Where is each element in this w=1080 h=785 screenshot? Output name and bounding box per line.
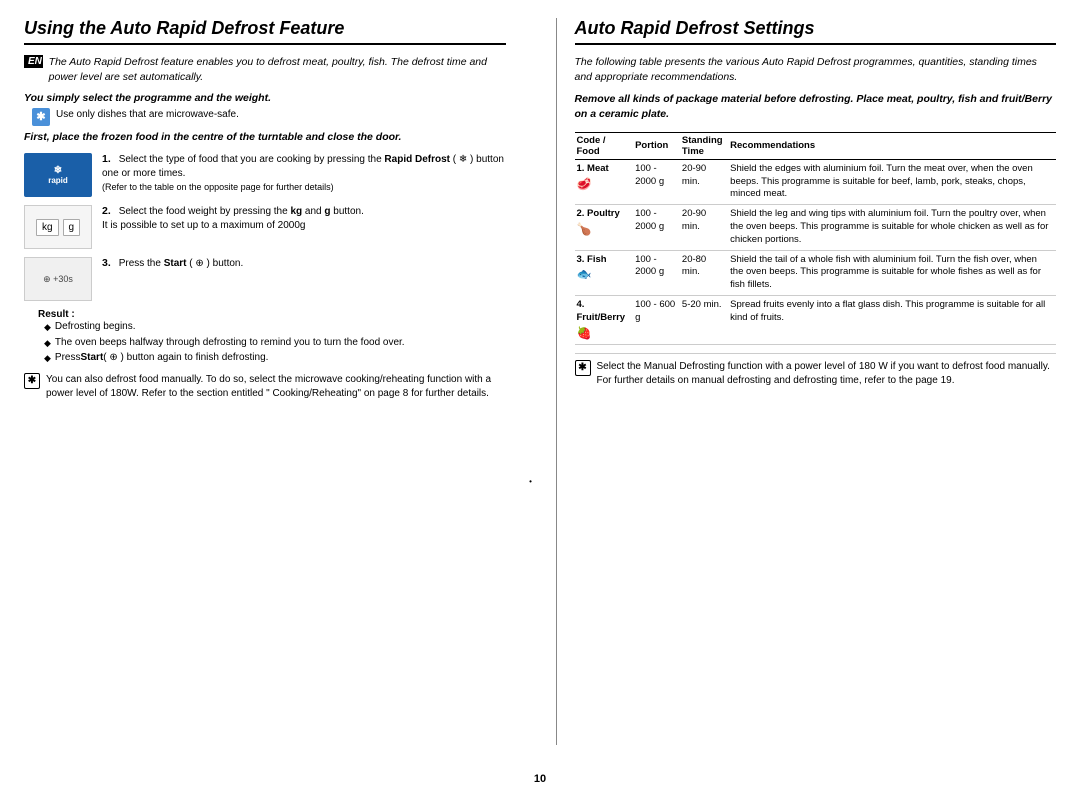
rapid-defrost-image: ❄ rapid <box>24 153 92 197</box>
portion-meat: 100 - 2000 g <box>633 159 680 204</box>
result-label: Result : <box>38 309 506 320</box>
step-1-content: 1. Select the type of food that you are … <box>102 153 506 195</box>
standing-poultry: 20-90 min. <box>680 205 728 250</box>
portion-poultry: 100 - 2000 g <box>633 205 680 250</box>
step-2-text: Select the food weight by pressing the k… <box>102 206 364 231</box>
kg-g-image: kg g <box>24 205 92 249</box>
right-footer: ✱ Select the Manual Defrosting function … <box>575 353 1057 388</box>
step-2-row: kg g 2. Select the food weight by pressi… <box>24 205 506 249</box>
footer-info-icon: ✱ <box>575 360 591 376</box>
step-3-content: 3. Press the Start ( ⊕ ) button. <box>102 257 243 271</box>
col-reco: Recommendations <box>728 132 1056 159</box>
step-1-row: ❄ rapid 1. Select the type of food that … <box>24 153 506 197</box>
reco-fish: Shield the tail of a whole fish with alu… <box>728 250 1056 295</box>
col-portion: Portion <box>633 132 680 159</box>
right-title: Auto Rapid Defrost Settings <box>575 18 1057 45</box>
steps-block: ❄ rapid 1. Select the type of food that … <box>24 153 506 365</box>
table-row-fruit: 4. Fruit/Berry 🍓 100 - 600 g 5-20 min. S… <box>575 296 1057 345</box>
step-1-num: 1. <box>102 153 111 165</box>
footer-text: Select the Manual Defrosting function wi… <box>597 360 1057 388</box>
diamond-list: Defrosting begins. The oven beeps halfwa… <box>44 320 506 365</box>
step-3-row: ⊕ +30s 3. Press the Start ( ⊕ ) button. <box>24 257 506 301</box>
portion-fish: 100 - 2000 g <box>633 250 680 295</box>
en-badge: EN <box>24 55 43 68</box>
g-button: g <box>63 219 81 236</box>
reco-poultry: Shield the leg and wing tips with alumin… <box>728 205 1056 250</box>
page-container: Using the Auto Rapid Defrost Feature EN … <box>0 0 1080 763</box>
bullet-row-1: ✱ Use only dishes that are microwave-saf… <box>32 108 506 126</box>
start-image: ⊕ +30s <box>24 257 92 301</box>
portion-fruit: 100 - 600 g <box>633 296 680 345</box>
food-fish: 3. Fish 🐟 <box>575 250 634 295</box>
left-title: Using the Auto Rapid Defrost Feature <box>24 18 506 45</box>
food-meat: 1. Meat 🥩 <box>575 159 634 204</box>
diamond-item-3: Press Start ( ⊕ ) button again to finish… <box>44 351 506 365</box>
rapid-icon: ❄ <box>54 165 62 176</box>
diamond-item-2: The oven beeps halfway through defrostin… <box>44 336 506 350</box>
step-2-num: 2. <box>102 205 111 217</box>
standing-meat: 20-90 min. <box>680 159 728 204</box>
center-divider: • <box>524 18 538 745</box>
table-header-row: Code / Food Portion StandingTime Recomme… <box>575 132 1057 159</box>
subheading1: You simply select the programme and the … <box>24 92 506 104</box>
intro-block: EN The Auto Rapid Defrost feature enable… <box>24 55 506 84</box>
left-column: Using the Auto Rapid Defrost Feature EN … <box>24 18 506 745</box>
defrost-table: Code / Food Portion StandingTime Recomme… <box>575 132 1057 345</box>
right-bold-note: Remove all kinds of package material bef… <box>575 92 1057 121</box>
divider-bullet: • <box>529 477 532 486</box>
table-row-poultry: 2. Poultry 🍗 100 - 2000 g 20-90 min. Shi… <box>575 205 1057 250</box>
page-number: 10 <box>0 773 1080 785</box>
intro-text: The Auto Rapid Defrost feature enables y… <box>49 55 506 84</box>
kg-button: kg <box>36 219 59 236</box>
col-food: Code / Food <box>575 132 634 159</box>
reco-fruit: Spread fruits evenly into a flat glass d… <box>728 296 1056 345</box>
info-icon: ✱ <box>24 373 40 389</box>
table-row-fish: 3. Fish 🐟 100 - 2000 g 20-80 min. Shield… <box>575 250 1057 295</box>
col-standing: StandingTime <box>680 132 728 159</box>
bullet-text-1: Use only dishes that are microwave-safe. <box>56 108 239 122</box>
food-fruit: 4. Fruit/Berry 🍓 <box>575 296 634 345</box>
right-column: Auto Rapid Defrost Settings The followin… <box>556 18 1057 745</box>
subheading2: First, place the frozen food in the cent… <box>24 130 506 145</box>
step-3-text: Press the Start ( ⊕ ) button. <box>119 258 244 269</box>
standing-fish: 20-80 min. <box>680 250 728 295</box>
step-2-content: 2. Select the food weight by pressing th… <box>102 205 364 233</box>
bullet-icon-1: ✱ <box>32 108 50 126</box>
step-3-num: 3. <box>102 257 111 269</box>
start-label: ⊕ +30s <box>43 274 73 285</box>
standing-fruit: 5-20 min. <box>680 296 728 345</box>
manual-info-text: You can also defrost food manually. To d… <box>46 373 506 401</box>
food-poultry: 2. Poultry 🍗 <box>575 205 634 250</box>
manual-info-row: ✱ You can also defrost food manually. To… <box>24 373 506 401</box>
step-1-text: Select the type of food that you are coo… <box>102 154 504 193</box>
reco-meat: Shield the edges with aluminium foil. Tu… <box>728 159 1056 204</box>
table-row-meat: 1. Meat 🥩 100 - 2000 g 20-90 min. Shield… <box>575 159 1057 204</box>
diamond-item-1: Defrosting begins. <box>44 320 506 334</box>
rapid-label: rapid <box>48 176 68 185</box>
right-intro: The following table presents the various… <box>575 55 1057 84</box>
